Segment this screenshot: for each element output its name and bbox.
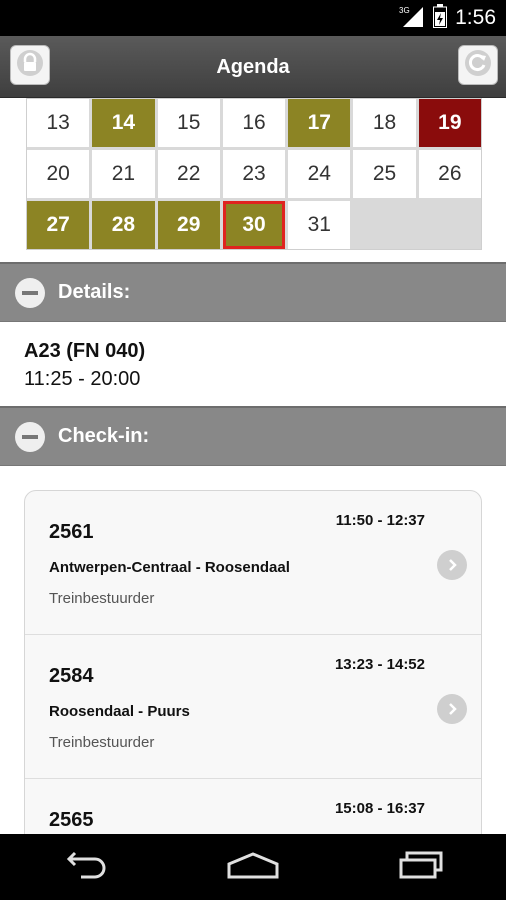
calendar-day[interactable]: 17 [288, 99, 351, 147]
calendar-day[interactable]: 31 [288, 201, 351, 249]
details-shift-code: A23 (FN 040) [24, 340, 146, 362]
recent-apps-icon [397, 850, 447, 885]
train-role: Treinbestuurder [49, 734, 155, 751]
checkin-item[interactable]: 2565 15:08 - 16:37 [25, 779, 481, 834]
calendar-day[interactable]: 25 [353, 150, 416, 198]
train-time: 11:50 - 12:37 [335, 512, 425, 529]
checkin-label: Check-in: [58, 425, 150, 447]
calendar-day[interactable]: 15 [157, 99, 220, 147]
back-icon [59, 850, 109, 885]
svg-text:3G: 3G [399, 6, 410, 15]
page-title: Agenda [216, 56, 290, 78]
calendar-day[interactable]: 24 [288, 150, 351, 198]
calendar-day[interactable]: 20 [27, 150, 90, 198]
lock-button[interactable] [10, 45, 50, 85]
calendar-day[interactable]: 28 [92, 201, 155, 249]
calendar-empty-cell [418, 201, 481, 249]
calendar-empty-cell [353, 201, 416, 249]
refresh-button[interactable] [458, 45, 498, 85]
train-number: 2561 [49, 521, 94, 543]
details-section-header[interactable]: Details: [0, 262, 506, 322]
refresh-icon [464, 49, 492, 82]
calendar-day[interactable]: 29 [157, 201, 220, 249]
calendar-day[interactable]: 23 [222, 150, 286, 198]
chevron-right-icon[interactable] [437, 550, 467, 580]
navigation-bar [0, 834, 506, 900]
checkin-section-header[interactable]: Check-in: [0, 406, 506, 466]
train-route: Roosendaal - Puurs [49, 703, 190, 720]
lock-icon [16, 49, 44, 82]
recent-apps-button[interactable] [382, 842, 462, 892]
clock: 1:56 [455, 6, 496, 29]
calendar-day[interactable]: 26 [418, 150, 481, 198]
train-route: Antwerpen-Centraal - Roosendaal [49, 559, 290, 576]
calendar-day[interactable]: 14 [92, 99, 155, 147]
calendar-day[interactable]: 22 [157, 150, 220, 198]
calendar-day[interactable]: 19 [418, 99, 481, 147]
checkin-item[interactable]: 2561 11:50 - 12:37 Antwerpen-Centraal - … [25, 491, 481, 635]
details-label: Details: [58, 281, 131, 303]
collapse-icon [15, 421, 45, 452]
calendar-day[interactable]: 30 [222, 201, 286, 249]
train-role: Treinbestuurder [49, 590, 155, 607]
train-number: 2584 [49, 665, 94, 687]
calendar-day[interactable]: 13 [27, 99, 90, 147]
train-number: 2565 [49, 809, 94, 831]
status-bar: 3G 1:56 [0, 0, 506, 36]
calendar-grid: 13 14 15 16 17 18 19 20 21 22 23 24 25 26 27 28 29 30 31 [26, 98, 482, 250]
checkin-list: 2561 11:50 - 12:37 Antwerpen-Centraal - … [24, 490, 482, 834]
checkin-item[interactable]: 2584 13:23 - 14:52 Roosendaal - Puurs Tr… [25, 635, 481, 779]
chevron-right-icon[interactable] [437, 694, 467, 724]
battery-icon [433, 3, 448, 33]
details-shift-time: 11:25 - 20:00 [24, 368, 141, 390]
app-header: Agenda [0, 36, 506, 98]
back-button[interactable] [44, 842, 124, 892]
train-time: 13:23 - 14:52 [334, 656, 425, 673]
home-icon [225, 850, 281, 885]
calendar-day[interactable]: 21 [92, 150, 155, 198]
calendar-day[interactable]: 16 [222, 99, 286, 147]
train-time: 15:08 - 16:37 [334, 800, 425, 817]
calendar-day[interactable]: 27 [27, 201, 90, 249]
home-button[interactable] [213, 842, 293, 892]
collapse-icon [15, 277, 45, 308]
calendar-day[interactable]: 18 [353, 99, 416, 147]
content-area: 13 14 15 16 17 18 19 20 21 22 23 24 25 26 27 28 29 30 31 D… [0, 98, 506, 834]
signal-icon: 3G [399, 5, 425, 32]
